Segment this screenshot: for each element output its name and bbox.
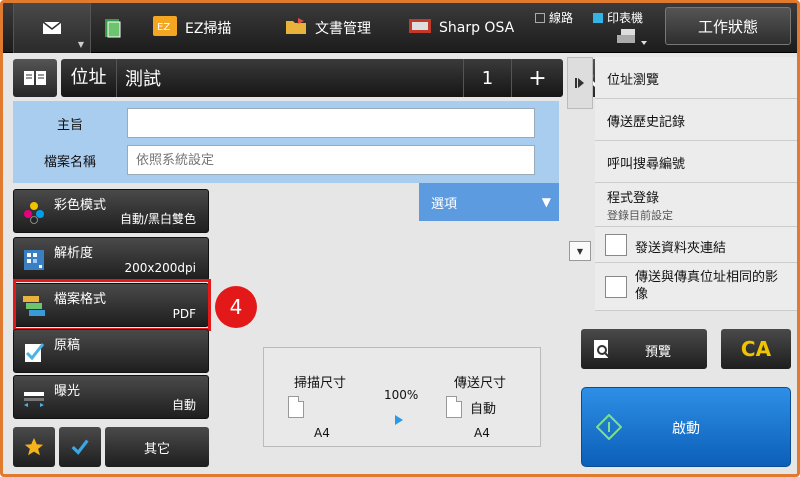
check-icon [71,439,89,455]
chevron-down-icon: ▼ [77,40,84,49]
envelope-icon [42,21,62,34]
tab-document-management[interactable]: 文書管理 [285,3,371,53]
subject-input[interactable] [127,108,535,138]
send-folder-link-option[interactable]: 發送資料夾連結 [595,227,797,263]
chevron-right-icon [575,78,584,88]
resolution-icon [24,250,44,270]
favorite-button[interactable] [13,427,55,467]
line-status: 線路 [535,9,573,26]
address-book-button[interactable] [13,59,57,97]
star-icon [24,437,44,456]
same-image-option[interactable]: 傳送與傳真位址相同的影像 [595,263,797,311]
send-size-label: 傳送尺寸 [454,376,507,391]
color-mode-button[interactable]: 彩色模式 自動/黑白雙色 [13,189,209,233]
scan-size-panel: 掃描尺寸 A4 100% 傳送尺寸 自動 A4 [263,347,541,447]
clear-all-button[interactable]: CA [721,329,791,369]
subject-panel: 主旨 檔案名稱 [13,101,559,183]
resolution-button[interactable]: 解析度 200x200dpi [13,237,209,281]
address-book-icon [24,71,46,85]
arrow-right-icon [395,415,403,425]
same-image-checkbox[interactable] [605,276,627,298]
document-icon [105,19,121,38]
svg-text:EZ: EZ [157,22,170,33]
exposure-icon [24,392,44,407]
printer-status: 印表機 [593,9,643,26]
send-folder-link-checkbox[interactable] [605,234,627,256]
scan-paper-icon [288,396,304,418]
original-button[interactable]: 原稿 [13,329,209,373]
scroll-down-button[interactable]: ▼ [569,241,591,261]
start-icon [596,414,622,440]
add-address-button[interactable]: + [511,59,563,97]
start-button[interactable]: 啟動 [581,387,791,467]
scan-size-label: 掃描尺寸 [294,376,347,391]
folder-icon [285,17,307,39]
send-paper-value: A4 [474,426,490,440]
collapse-panel-button[interactable] [567,57,593,109]
address-value: 測試 [125,69,161,90]
preview-icon [594,340,610,358]
filename-input[interactable] [127,145,535,175]
chevron-down-icon: ▼ [541,195,551,209]
scale-ratio: 100% [384,388,419,402]
printer-queue-icon[interactable] [615,27,649,51]
subject-label: 主旨 [56,117,83,133]
options-button[interactable]: 選項 ▼ [419,183,559,221]
step-badge: 4 [215,286,257,328]
send-history-item[interactable]: 傳送歷史記錄 [595,99,797,141]
work-status-button[interactable]: 工作狀態 [665,7,791,45]
confirm-button[interactable] [59,427,101,467]
send-paper-icon [446,396,462,418]
original-icon [25,343,45,362]
tab-ftp[interactable] [103,3,123,53]
file-format-highlight [13,279,211,331]
bottom-left-bar: 其它 [13,427,209,467]
exposure-button[interactable]: 曝光 自動 [13,375,209,419]
send-size-value: 自動 [470,402,497,417]
tab-email[interactable]: ▼ [13,3,91,53]
call-search-number-item[interactable]: 呼叫搜尋編號 [595,141,797,183]
top-bar: ▼ EZ EZ掃描 文書管理 Sharp OSA 線路 印表機 工作狀態 [3,3,797,53]
preview-button[interactable]: 預覽 [581,329,707,369]
color-mode-icon [24,202,44,224]
chevron-down-icon: ▼ [576,246,584,256]
scanner-screen: ▼ EZ EZ掃描 文書管理 Sharp OSA 線路 印表機 工作狀態 位址 … [0,0,800,477]
address-field[interactable]: 位址 測試 [61,59,463,97]
tab-sharp-osa[interactable]: Sharp OSA [409,3,514,53]
address-count: 1 [463,59,511,97]
address-row: 位址 測試 1 + [13,59,609,97]
scan-size-value: A4 [314,426,330,440]
ez-icon: EZ [153,16,177,40]
address-browse-item[interactable]: 位址瀏覽 [595,57,797,99]
tab-ez-scan[interactable]: EZ EZ掃描 [153,3,231,53]
other-button[interactable]: 其它 [105,427,209,467]
filename-label: 檔案名稱 [43,154,96,170]
address-label: 位址 [61,59,117,97]
osa-icon [409,17,431,39]
program-register-item[interactable]: 程式登錄 登錄目前設定 [595,183,797,227]
